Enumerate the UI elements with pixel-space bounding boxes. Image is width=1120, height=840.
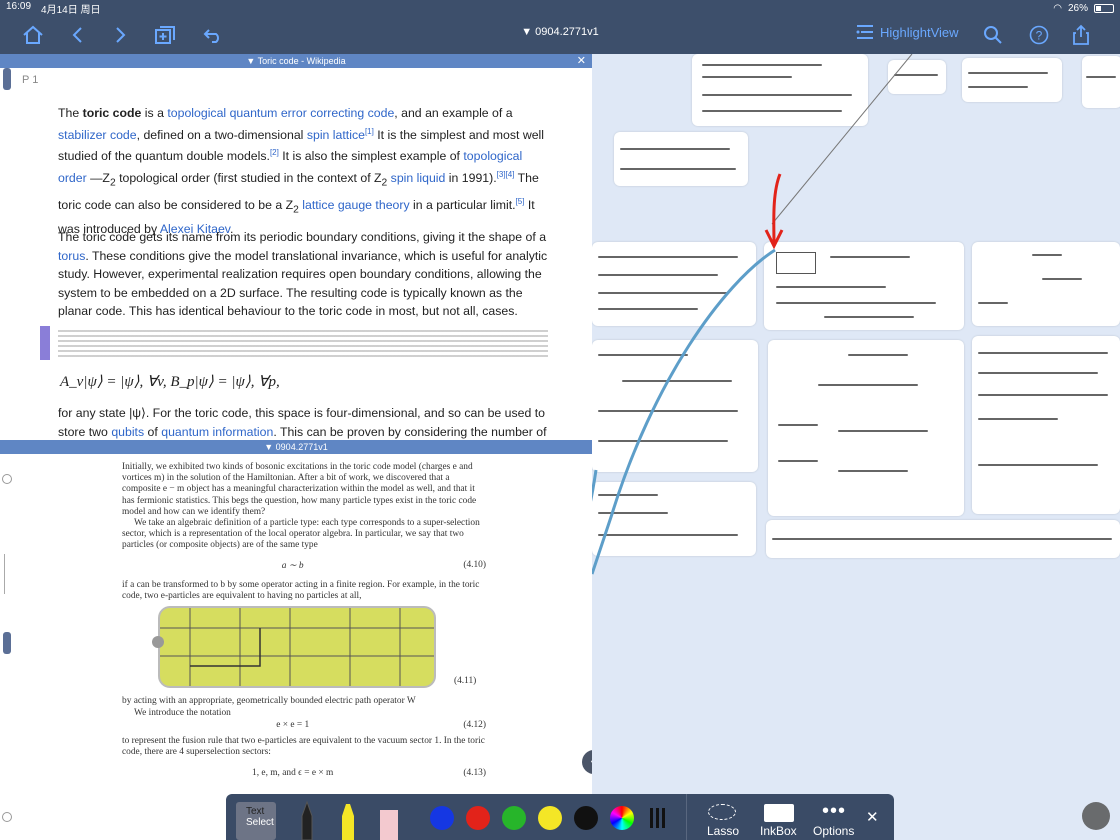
wiki-panel[interactable]: P 1 The toric code is a topological quan…	[14, 68, 592, 440]
glitched-text-region	[58, 330, 548, 358]
equation-4-13: 1, e, m, and ϵ = e × m (4.13)	[252, 768, 486, 778]
status-date: 4月14日 周日	[41, 4, 101, 16]
eraser-icon[interactable]	[378, 804, 400, 840]
status-time: 16:09	[6, 0, 32, 12]
middle-drag-handle[interactable]	[3, 632, 11, 654]
wifi-icon: ◠	[1053, 2, 1062, 14]
toolbar-close-icon[interactable]: ✕	[866, 808, 879, 826]
stroke-width-icon[interactable]	[650, 808, 668, 828]
lasso-label[interactable]: Lasso	[707, 824, 739, 838]
inkbox-label[interactable]: InkBox	[760, 824, 797, 838]
battery-icon	[1094, 3, 1114, 13]
list-toggle-icon[interactable]	[2, 474, 12, 484]
color-picker-icon[interactable]	[610, 806, 634, 830]
pdf-paragraph-3: if a can be transformed to b by some ope…	[122, 580, 480, 602]
equation-4-10: a ∼ b (4.10)	[281, 560, 486, 571]
top-toolbar: ▼ 0904.2771v1 HighlightView ?	[0, 16, 1120, 54]
scroll-marker[interactable]	[40, 326, 50, 360]
ref-link[interactable]: [2]	[270, 148, 279, 157]
link-quantum-information[interactable]: quantum information	[161, 425, 273, 439]
outline-icon[interactable]	[2, 812, 12, 822]
link-stabilizer-code[interactable]: stabilizer code	[58, 128, 137, 142]
search-icon[interactable]	[980, 22, 1006, 48]
pdf-panel-header[interactable]: ▼ 0904.2771v1	[0, 440, 592, 454]
color-blue-swatch[interactable]	[430, 806, 454, 830]
wiki-panel-header[interactable]: ▼ Toric code - Wikipedia ✕	[0, 54, 592, 68]
link-torus[interactable]: torus	[58, 249, 85, 263]
color-yellow-swatch[interactable]	[538, 806, 562, 830]
link-qubits[interactable]: qubits	[111, 425, 144, 439]
pdf-panel[interactable]: Initially, we exhibited two kinds of bos…	[14, 454, 592, 840]
options-label[interactable]: Options	[813, 824, 854, 838]
highlightview-label: HighlightView	[880, 24, 959, 40]
figure-handle[interactable]	[152, 636, 164, 648]
split-toggle-icon[interactable]: ‹›	[582, 750, 592, 774]
highlightview-button[interactable]: HighlightView	[856, 24, 959, 40]
inkbox-icon[interactable]	[764, 804, 794, 822]
ref-link[interactable]: [3][4]	[497, 170, 515, 179]
help-icon[interactable]: ?	[1026, 22, 1052, 48]
page-label: P 1	[22, 74, 39, 86]
share-icon[interactable]	[1068, 22, 1094, 48]
pdf-paragraph-5: We introduce the notation	[134, 708, 231, 718]
equation-4-12: e × e = 1 (4.12)	[276, 720, 486, 730]
svg-text:?: ?	[1036, 29, 1043, 43]
link-lattice-gauge-theory[interactable]: lattice gauge theory	[302, 198, 409, 212]
wiki-panel-title: ▼ Toric code - Wikipedia	[246, 56, 346, 66]
ref-link[interactable]: [1]	[365, 127, 374, 136]
link-spin-lattice[interactable]: spin lattice	[307, 128, 365, 142]
equation-4-11: (4.11)	[454, 676, 477, 686]
text-select-tool[interactable]: Text Select	[236, 802, 276, 840]
options-icon[interactable]: •••	[822, 800, 846, 823]
stabilizer-equation: A_v|ψ⟩ = |ψ⟩, ∀v, B_p|ψ⟩ = |ψ⟩, ∀p,	[60, 374, 280, 390]
wiki-close-icon[interactable]: ✕	[577, 54, 586, 68]
top-drag-handle[interactable]	[3, 68, 11, 90]
status-bar: 16:09 4月14日 周日 ◠ 26%	[0, 0, 1120, 16]
pdf-paragraph-2: We take an algebraic definition of a par…	[122, 518, 480, 551]
pdf-paragraph-6: to represent the fusion rule that two e-…	[122, 736, 485, 758]
lasso-icon[interactable]	[708, 804, 736, 820]
torus-figure	[158, 606, 436, 688]
link-topological-qec[interactable]: topological quantum error correcting cod…	[167, 106, 394, 120]
highlighter-icon[interactable]	[338, 800, 358, 840]
pdf-panel-title: ▼ 0904.2771v1	[264, 442, 328, 452]
pdf-paragraph-4: by acting with an appropriate, geometric…	[122, 696, 416, 706]
wiki-paragraph-1: The toric code is a topological quantum …	[58, 106, 545, 237]
list-icon	[856, 25, 873, 39]
pen-icon[interactable]	[298, 800, 316, 840]
color-black-swatch[interactable]	[574, 806, 598, 830]
wiki-paragraph-3: for any state |ψ⟩. For the toric code, t…	[58, 406, 547, 439]
color-green-swatch[interactable]	[502, 806, 526, 830]
drawing-toolbar: Text Select Lasso InkBox ••• Options ✕	[226, 794, 894, 840]
link-lines	[592, 54, 913, 575]
link-spin-liquid[interactable]: spin liquid	[391, 171, 446, 185]
color-red-swatch[interactable]	[466, 806, 490, 830]
battery-percent: 26%	[1067, 2, 1088, 14]
page-ticks	[4, 554, 10, 594]
notes-canvas[interactable]	[592, 54, 1120, 840]
pdf-paragraph-1: Initially, we exhibited two kinds of bos…	[122, 462, 477, 517]
wiki-paragraph-2: The toric code gets its name from its pe…	[58, 230, 548, 319]
zoom-out-icon[interactable]	[1082, 802, 1110, 830]
